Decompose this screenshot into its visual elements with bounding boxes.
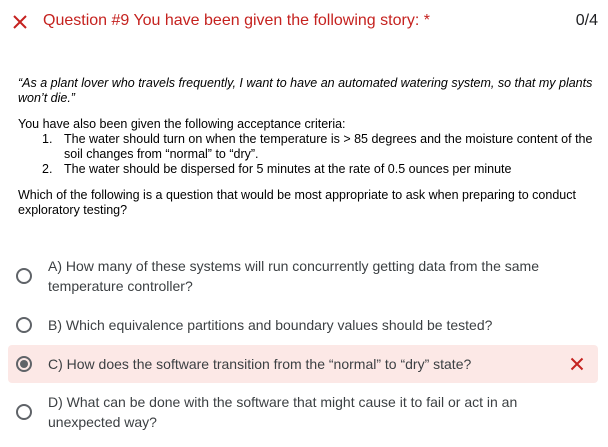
criteria-item: 1. The water should turn on when the tem… bbox=[18, 132, 593, 162]
option-c-label: C) How does the software transition from… bbox=[48, 356, 472, 372]
criteria-text: The water should turn on when the temper… bbox=[64, 132, 593, 161]
option-d-label: D) What can be done with the software th… bbox=[48, 394, 518, 430]
close-icon bbox=[570, 357, 584, 371]
radio-button-b[interactable] bbox=[16, 317, 32, 333]
question-title: Question #9 You have been given the foll… bbox=[43, 12, 430, 29]
option-a[interactable]: A) How many of these systems will run co… bbox=[8, 254, 598, 298]
criteria-number: 1. bbox=[42, 132, 53, 146]
option-d[interactable]: D) What can be done with the software th… bbox=[8, 390, 598, 434]
radio-button-a[interactable] bbox=[16, 268, 32, 284]
close-icon bbox=[13, 15, 27, 29]
question-prompt: Which of the following is a question tha… bbox=[18, 188, 576, 217]
user-story: “As a plant lover who travels frequently… bbox=[18, 76, 593, 105]
radio-button-d[interactable] bbox=[16, 404, 32, 420]
option-b-label: B) Which equivalence partitions and boun… bbox=[48, 317, 493, 333]
question-header: Question #9 You have been given the foll… bbox=[0, 0, 608, 44]
criteria-intro: You have also been given the following a… bbox=[18, 117, 346, 131]
question-score: 0/4 bbox=[575, 12, 598, 29]
radio-button-c[interactable] bbox=[16, 356, 32, 372]
criteria-text: The water should be dispersed for 5 minu… bbox=[64, 162, 512, 176]
question-body: “As a plant lover who travels frequently… bbox=[18, 76, 593, 218]
option-c[interactable]: C) How does the software transition from… bbox=[8, 345, 598, 383]
acceptance-criteria-list: 1. The water should turn on when the tem… bbox=[18, 132, 593, 177]
option-a-label: A) How many of these systems will run co… bbox=[48, 258, 539, 294]
option-b[interactable]: B) Which equivalence partitions and boun… bbox=[8, 312, 598, 338]
criteria-number: 2. bbox=[42, 162, 53, 176]
criteria-item: 2. The water should be dispersed for 5 m… bbox=[18, 162, 593, 177]
